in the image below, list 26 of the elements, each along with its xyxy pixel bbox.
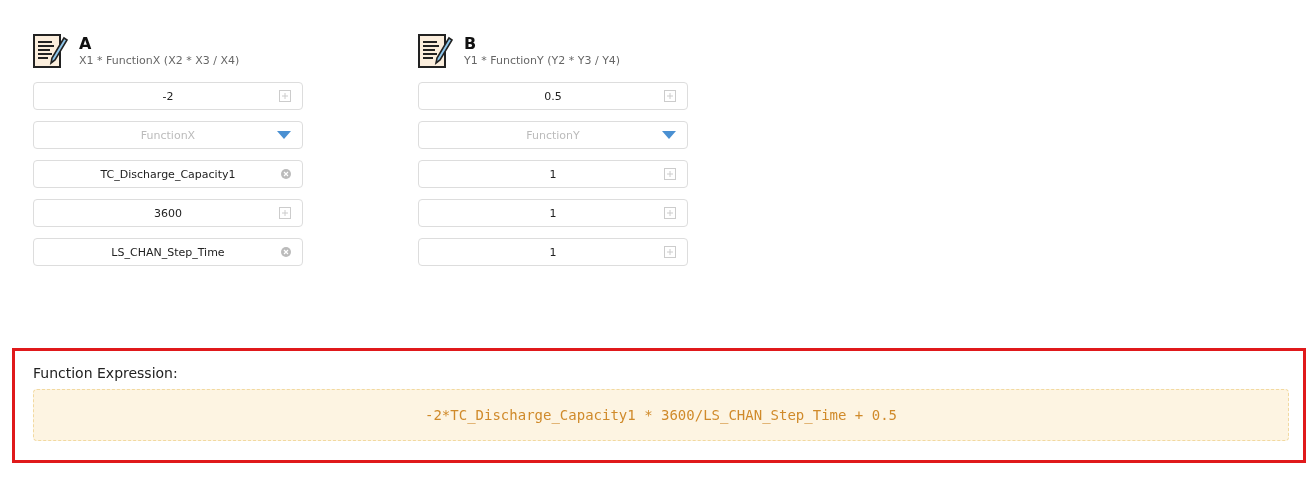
document-edit-icon [33,33,69,69]
number-field[interactable]: 1 [418,160,688,188]
clear-icon[interactable] [281,247,291,257]
caret-icon[interactable] [662,131,676,139]
expression-label: Function Expression: [33,365,179,381]
number-field[interactable]: -2 [33,82,303,110]
plus-icon[interactable] [664,246,676,258]
group-title: A [79,35,93,53]
plus-icon[interactable] [664,207,676,219]
plus-icon[interactable] [664,168,676,180]
plus-icon[interactable] [664,90,676,102]
variable-field[interactable]: LS_CHAN_Step_Time [33,238,303,266]
variable-field[interactable]: TC_Discharge_Capacity1 [33,160,303,188]
number-field[interactable]: 1 [418,199,688,227]
group-title: B [464,35,478,53]
number-field[interactable]: 1 [418,238,688,266]
plus-icon[interactable] [279,207,291,219]
caret-icon[interactable] [277,131,291,139]
group-formula: X1 * FunctionX (X2 * X3 / X4) [79,53,240,69]
number-field[interactable]: 0.5 [418,82,688,110]
plus-icon[interactable] [279,90,291,102]
clear-icon[interactable] [281,169,291,179]
group-formula: Y1 * FunctionY (Y2 * Y3 / Y4) [464,53,621,69]
number-field[interactable]: 3600 [33,199,303,227]
document-edit-icon [418,33,454,69]
expression-output: -2*TC_Discharge_Capacity1 * 3600/LS_CHAN_Step_Time + 0.5 [33,389,1289,441]
